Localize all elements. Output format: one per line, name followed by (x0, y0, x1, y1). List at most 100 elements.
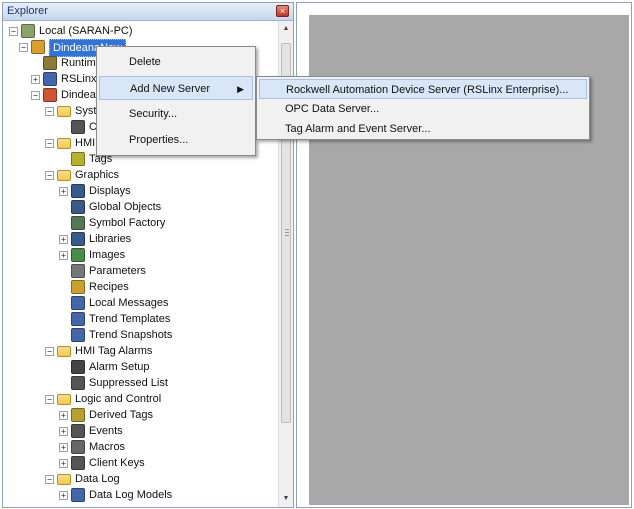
tree-node[interactable]: + Client Keys (3, 455, 279, 471)
menu-item-label: Delete (129, 56, 161, 68)
tree-node-label: Trend Templates (89, 313, 171, 325)
tree-node[interactable]: − HMI Tag Alarms (3, 343, 279, 359)
tree-node[interactable]: Recipes (3, 279, 279, 295)
suppressed-list-icon (71, 376, 85, 390)
parameters-icon (71, 264, 85, 278)
tree-node[interactable]: Symbol Factory (3, 215, 279, 231)
folder-icon (57, 170, 71, 181)
menu-item[interactable]: Add New Server ▶ (99, 76, 253, 100)
expand-icon[interactable]: + (59, 187, 68, 196)
local-messages-icon (71, 296, 85, 310)
tree-node[interactable]: Parameters (3, 263, 279, 279)
tree-node-label: Trend Snapshots (89, 329, 173, 341)
tree-node-label: Parameters (89, 265, 146, 277)
tree-node[interactable]: − Local (SARAN-PC) (3, 23, 279, 39)
alarm-setup-icon (71, 360, 85, 374)
menu-item-label: Security... (129, 108, 178, 120)
command-icon (71, 120, 85, 134)
expand-icon[interactable]: + (59, 427, 68, 436)
menu-item[interactable]: Delete (99, 50, 253, 74)
data-log-models-icon (71, 488, 85, 502)
network-icon (43, 72, 57, 86)
expand-icon[interactable]: + (59, 411, 68, 420)
submenu-item[interactable]: OPC Data Server... (259, 99, 587, 119)
expand-icon[interactable]: + (59, 235, 68, 244)
symbol-factory-icon (71, 216, 85, 230)
expand-icon[interactable]: + (31, 75, 40, 84)
scroll-down-icon[interactable]: ▼ (282, 495, 290, 503)
submenu-item[interactable]: Tag Alarm and Event Server... (259, 119, 587, 139)
derived-tags-icon (71, 408, 85, 422)
macros-icon (71, 440, 85, 454)
expand-icon[interactable]: + (59, 491, 68, 500)
tree-node-label: HMI Tag Alarms (75, 345, 153, 357)
explorer-title: Explorer (7, 5, 48, 17)
tree-node[interactable]: + Displays (3, 183, 279, 199)
tree-node-label: Images (89, 249, 126, 261)
tree-node[interactable]: Alarm Setup (3, 359, 279, 375)
expand-icon[interactable]: + (59, 251, 68, 260)
tree-node[interactable]: − Logic and Control (3, 391, 279, 407)
recipes-icon (71, 280, 85, 294)
tree-node[interactable]: Trend Snapshots (3, 327, 279, 343)
explorer-titlebar: Explorer × (3, 3, 293, 21)
expand-icon[interactable]: + (59, 459, 68, 468)
collapse-icon[interactable]: − (45, 107, 54, 116)
tree-node-label: Macros (89, 441, 126, 453)
application-icon (31, 40, 45, 54)
collapse-icon[interactable]: − (9, 27, 18, 36)
folder-icon (57, 474, 71, 485)
tree-node[interactable]: + Derived Tags (3, 407, 279, 423)
tree-node-label: Local Messages (89, 297, 169, 309)
submenu-item-label: Rockwell Automation Device Server (RSLin… (286, 84, 569, 96)
submenu-item[interactable]: Rockwell Automation Device Server (RSLin… (259, 79, 587, 99)
tree-node-label: Libraries (89, 233, 132, 245)
tree-node-label: Data Log (75, 473, 120, 485)
menu-item[interactable]: Security... (99, 102, 253, 126)
collapse-icon[interactable]: − (45, 395, 54, 404)
tree-node[interactable]: − Graphics (3, 167, 279, 183)
grip-icon (285, 235, 289, 236)
tree-node-label: Graphics (75, 169, 120, 181)
collapse-icon[interactable]: − (45, 475, 54, 484)
submenu-arrow-icon: ▶ (237, 84, 244, 94)
tree-node[interactable]: + Data Log Models (3, 487, 279, 503)
close-icon[interactable]: × (276, 5, 289, 17)
tree-node[interactable]: Suppressed List (3, 375, 279, 391)
tree-node-label: Global Objects (89, 201, 162, 213)
tree-node-label: Data Log Models (89, 489, 173, 501)
collapse-icon[interactable]: − (45, 347, 54, 356)
tree-node[interactable]: + Libraries (3, 231, 279, 247)
key-icon (43, 56, 57, 70)
tree-node-label: Displays (89, 185, 131, 197)
menu-item-label: Add New Server (130, 83, 211, 95)
folder-icon (57, 346, 71, 357)
tree-node[interactable]: + Macros (3, 439, 279, 455)
menu-item[interactable]: Properties... (99, 128, 253, 152)
expand-icon[interactable]: + (59, 443, 68, 452)
tree-node[interactable]: + Images (3, 247, 279, 263)
context-menu: Delete Add New Server ▶ Security... Properti… (96, 46, 256, 156)
tree-node-label: Alarm Setup (89, 361, 150, 373)
client-keys-icon (71, 456, 85, 470)
grip-icon (285, 229, 289, 230)
tree-node[interactable]: Trend Templates (3, 311, 279, 327)
tree-node-label: Client Keys (89, 457, 145, 469)
tree-node[interactable]: Global Objects (3, 199, 279, 215)
tags-icon (71, 152, 85, 166)
submenu-item-label: OPC Data Server... (285, 103, 380, 115)
collapse-icon[interactable]: − (45, 171, 54, 180)
tree-node-label: Logic and Control (75, 393, 162, 405)
collapse-icon[interactable]: − (45, 139, 54, 148)
tree-node[interactable]: Local Messages (3, 295, 279, 311)
grip-icon (285, 232, 289, 233)
tree-node-label: Suppressed List (89, 377, 168, 389)
menu-item-label: Properties... (129, 134, 189, 146)
scroll-up-icon[interactable]: ▲ (282, 25, 290, 33)
tree-node-label: Recipes (89, 281, 129, 293)
collapse-icon[interactable]: − (31, 91, 40, 100)
tree-node[interactable]: − Data Log (3, 471, 279, 487)
tree-node[interactable]: + Events (3, 423, 279, 439)
collapse-icon[interactable]: − (19, 43, 28, 52)
global-objects-icon (71, 200, 85, 214)
